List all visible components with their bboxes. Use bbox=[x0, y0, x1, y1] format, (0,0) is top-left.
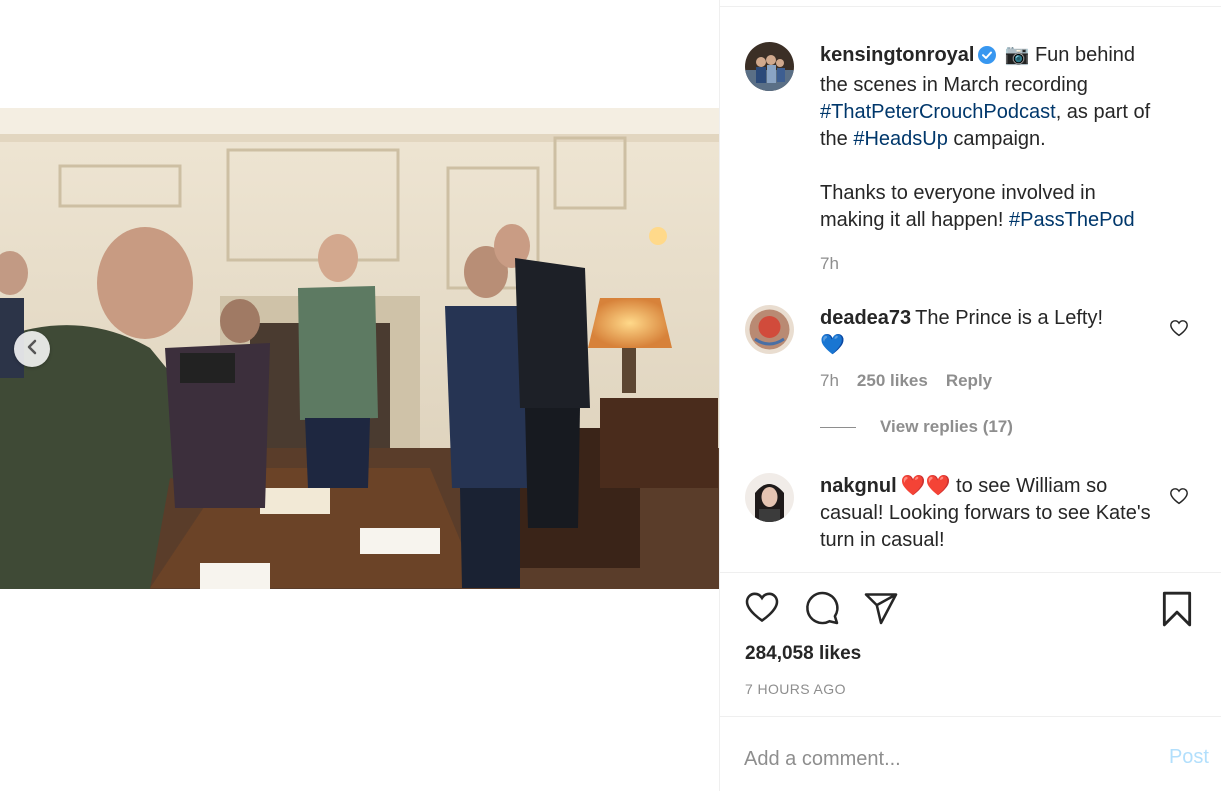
like-button[interactable] bbox=[744, 590, 780, 629]
caption-username[interactable]: kensingtonroyal bbox=[820, 44, 974, 66]
comment-body: The Prince is a Lefty! bbox=[915, 307, 1104, 329]
comment-time[interactable]: 7h bbox=[820, 371, 839, 390]
composer-divider bbox=[720, 716, 1221, 717]
hashtag-link[interactable]: #ThatPeterCrouchPodcast bbox=[820, 101, 1056, 123]
heart-icon bbox=[1169, 320, 1189, 341]
avatar[interactable] bbox=[745, 42, 794, 91]
comment-username[interactable]: deadea73 bbox=[820, 307, 911, 329]
comment-username[interactable]: nakgnul bbox=[820, 475, 897, 497]
comment-text: deadea73 The Prince is a Lefty! 💙 bbox=[820, 305, 1165, 359]
previous-slide-button[interactable] bbox=[14, 331, 50, 367]
caption-time[interactable]: 7h bbox=[820, 254, 839, 273]
camera-emoji: 📷 bbox=[1004, 44, 1030, 66]
heart-icon bbox=[1169, 488, 1189, 509]
panel-top-divider bbox=[720, 6, 1221, 7]
comment-button[interactable] bbox=[804, 590, 840, 631]
comment-like-button[interactable] bbox=[1169, 319, 1189, 342]
comment-meta: 7h 250 likes Reply bbox=[820, 371, 1165, 391]
share-button[interactable] bbox=[862, 590, 900, 631]
post-comment-button[interactable]: Post bbox=[1169, 746, 1209, 769]
comment-text: nakgnul ❤️❤️ to see William so casual! Lo… bbox=[820, 473, 1165, 554]
reply-button[interactable]: Reply bbox=[946, 371, 992, 390]
post-timestamp[interactable]: 7 HOURS AGO bbox=[745, 681, 846, 697]
hashtag-link[interactable]: #HeadsUp bbox=[853, 128, 948, 150]
comment-icon bbox=[806, 591, 839, 625]
likes-count[interactable]: 284,058 likes bbox=[745, 643, 861, 665]
post-photo-image bbox=[0, 108, 719, 589]
save-button[interactable] bbox=[1160, 590, 1194, 633]
share-icon bbox=[864, 593, 898, 625]
replies-divider bbox=[820, 426, 856, 428]
comment-likes[interactable]: 250 likes bbox=[857, 371, 928, 390]
post-side-panel: kensingtonroyal 📷 Fun behind the scenes i… bbox=[719, 0, 1221, 791]
comments-list[interactable]: kensingtonroyal 📷 Fun behind the scenes i… bbox=[720, 24, 1221, 572]
post-photo[interactable] bbox=[0, 108, 719, 589]
post-caption: kensingtonroyal 📷 Fun behind the scenes i… bbox=[720, 42, 1221, 274]
blue-heart-emoji: 💙 bbox=[820, 334, 845, 356]
caption-part3: campaign. bbox=[947, 128, 1046, 150]
view-replies-button[interactable]: View replies (17) bbox=[820, 417, 1165, 437]
avatar[interactable] bbox=[745, 473, 794, 522]
avatar[interactable] bbox=[745, 305, 794, 354]
chevron-left-icon bbox=[25, 339, 39, 360]
comment-item: nakgnul ❤️❤️ to see William so casual! Lo… bbox=[720, 473, 1221, 554]
heart-icon bbox=[745, 592, 779, 623]
view-replies-label: View replies (17) bbox=[880, 417, 1013, 436]
comment-like-button[interactable] bbox=[1169, 487, 1189, 510]
comment-item: deadea73 The Prince is a Lefty! 💙 7h 250 l… bbox=[720, 305, 1221, 437]
hashtag-link[interactable]: #PassThePod bbox=[1009, 209, 1135, 231]
verified-badge-icon bbox=[978, 45, 997, 72]
actions-divider bbox=[720, 572, 1221, 573]
red-hearts-emoji: ❤️❤️ bbox=[900, 475, 951, 497]
bookmark-icon bbox=[1162, 591, 1192, 627]
post-actions-bar bbox=[744, 590, 1204, 630]
caption-text: kensingtonroyal 📷 Fun behind the scenes i… bbox=[820, 42, 1165, 234]
add-comment-input[interactable] bbox=[744, 744, 1124, 774]
caption-meta: 7h bbox=[820, 254, 1165, 274]
media-area bbox=[0, 0, 719, 791]
